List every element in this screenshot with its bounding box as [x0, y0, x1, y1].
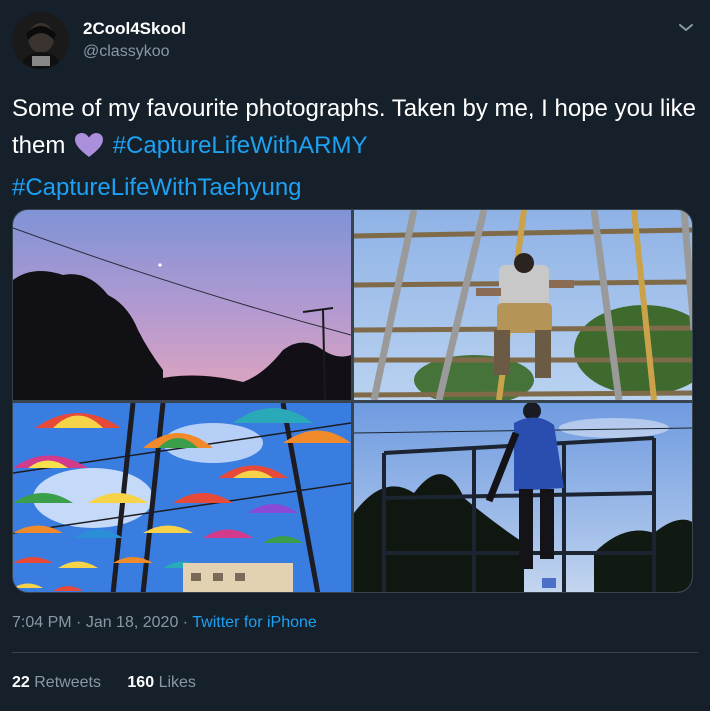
purple-heart-icon [74, 132, 104, 169]
rainbow-umbrellas-photo[interactable] [13, 403, 351, 592]
retweets-label: Retweets [34, 674, 101, 691]
display-name[interactable]: 2Cool4Skool [83, 18, 186, 40]
silhouette-climber-photo[interactable] [354, 403, 692, 592]
meta-separator: · [178, 614, 193, 631]
sunset-sky-trees-photo[interactable] [13, 210, 351, 400]
likes-stat[interactable]: 160 Likes [127, 672, 196, 694]
meta-separator: · [71, 614, 86, 631]
tweet-source-link[interactable]: Twitter for iPhone [192, 614, 317, 631]
tweet-text: Some of my favourite photographs. Taken … [12, 90, 698, 206]
tweet-stats: 22 Retweets 160 Likes [12, 672, 218, 694]
hashtag-link[interactable]: #CaptureLifeWithARMY [113, 132, 368, 159]
tweet-meta: 7:04 PM · Jan 18, 2020 · Twitter for iPh… [12, 612, 317, 634]
user-handle[interactable]: @classykoo [83, 41, 186, 63]
climbing-frame-photo[interactable] [354, 210, 692, 400]
retweets-count: 22 [12, 674, 30, 691]
likes-label: Likes [158, 674, 196, 691]
avatar[interactable] [12, 12, 69, 69]
tweet-date[interactable]: Jan 18, 2020 [86, 614, 179, 631]
user-names: 2Cool4Skool @classykoo [83, 18, 186, 63]
tweet-header: 2Cool4Skool @classykoo [12, 12, 698, 72]
tweet-time[interactable]: 7:04 PM [12, 614, 72, 631]
photo-grid [12, 209, 693, 593]
hashtag-link[interactable]: #CaptureLifeWithTaehyung [12, 174, 302, 201]
divider [12, 652, 698, 653]
chevron-down-icon[interactable] [674, 16, 698, 40]
likes-count: 160 [127, 674, 155, 691]
retweets-stat[interactable]: 22 Retweets [12, 672, 101, 694]
